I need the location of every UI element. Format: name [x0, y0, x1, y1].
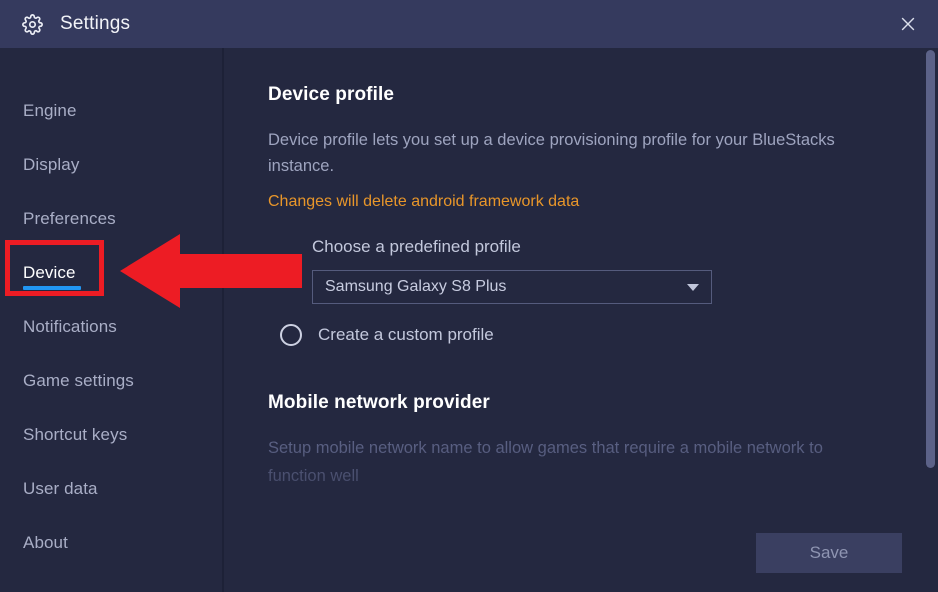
predefined-profile-select[interactable]: Samsung Galaxy S8 Plus — [312, 270, 712, 304]
mobile-network-heading: Mobile network provider — [268, 392, 490, 413]
sidebar-item-label: Preferences — [23, 209, 116, 228]
sidebar-item-label: Display — [23, 155, 80, 174]
sidebar-item-label: Shortcut keys — [23, 425, 128, 444]
gear-icon — [21, 13, 43, 35]
sidebar-item-label: Engine — [23, 101, 77, 120]
sidebar: Engine Display Preferences Device Notifi… — [0, 48, 224, 592]
close-icon[interactable] — [878, 0, 938, 48]
sidebar-item-label: About — [23, 533, 68, 552]
sidebar-item-preferences[interactable]: Preferences — [0, 192, 222, 246]
create-custom-profile-radio-row[interactable]: Create a custom profile — [280, 324, 938, 346]
settings-content-panel: Device profile Device profile lets you s… — [226, 48, 938, 592]
chevron-down-icon — [687, 283, 699, 291]
save-button[interactable]: Save — [756, 533, 902, 573]
radio-button-custom-profile[interactable] — [280, 324, 302, 346]
sidebar-item-label: Device — [23, 263, 76, 282]
sidebar-item-user-data[interactable]: User data — [0, 462, 222, 516]
device-profile-warning: Changes will delete android framework da… — [268, 193, 580, 210]
device-profile-description: Device profile lets you set up a device … — [268, 131, 835, 175]
sidebar-item-shortcut-keys[interactable]: Shortcut keys — [0, 408, 222, 462]
scrollbar-thumb[interactable] — [926, 50, 935, 468]
sidebar-item-notifications[interactable]: Notifications — [0, 300, 222, 354]
title-bar: Settings — [0, 0, 938, 48]
vertical-scrollbar[interactable] — [925, 48, 936, 592]
active-indicator-underline — [23, 286, 81, 290]
sidebar-item-game-settings[interactable]: Game settings — [0, 354, 222, 408]
sidebar-item-label: User data — [23, 479, 98, 498]
choose-profile-label: Choose a predefined profile — [312, 237, 521, 256]
settings-window: Settings Engine Display Preferences Devi… — [0, 0, 938, 592]
sidebar-item-label: Notifications — [23, 317, 117, 336]
window-title: Settings — [60, 13, 131, 34]
sidebar-item-engine[interactable]: Engine — [0, 84, 222, 138]
predefined-profile-value: Samsung Galaxy S8 Plus — [325, 278, 507, 295]
content-scroll-area: Device profile Device profile lets you s… — [226, 48, 938, 490]
create-custom-profile-label: Create a custom profile — [318, 325, 494, 344]
mobile-network-description: Setup mobile network name to allow games… — [268, 439, 823, 485]
sidebar-item-label: Game settings — [23, 371, 134, 390]
device-profile-heading: Device profile — [268, 84, 395, 105]
sidebar-item-display[interactable]: Display — [0, 138, 222, 192]
sidebar-item-device[interactable]: Device — [0, 246, 222, 300]
sidebar-item-about[interactable]: About — [0, 516, 222, 570]
